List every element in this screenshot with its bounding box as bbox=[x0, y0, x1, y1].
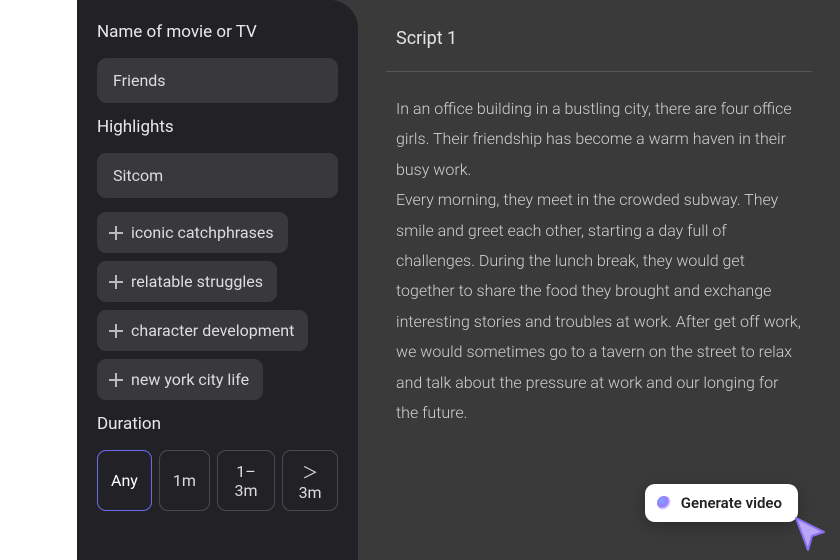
duration-option[interactable]: ＞3m bbox=[282, 450, 338, 511]
divider bbox=[386, 71, 812, 72]
script-body: In an office building in a bustling city… bbox=[396, 94, 802, 428]
generate-video-button[interactable]: Generate video bbox=[645, 484, 798, 522]
sidebar: Name of movie or TV Highlights Sitcom ic… bbox=[77, 0, 358, 560]
name-label: Name of movie or TV bbox=[97, 22, 338, 42]
plus-icon bbox=[109, 275, 123, 289]
plus-icon bbox=[109, 373, 123, 387]
highlight-suggestions: iconic catchphrases relatable struggles ch… bbox=[97, 212, 338, 400]
highlight-suggestion-chip[interactable]: new york city life bbox=[97, 359, 263, 400]
highlight-primary-text: Sitcom bbox=[113, 166, 163, 185]
script-title: Script 1 bbox=[396, 28, 802, 49]
duration-option[interactable]: 1–3m bbox=[217, 450, 275, 511]
highlight-suggestion-label: character development bbox=[131, 321, 294, 340]
highlight-suggestion-label: iconic catchphrases bbox=[131, 223, 274, 242]
highlight-suggestion-label: relatable struggles bbox=[131, 272, 263, 291]
highlight-suggestion-chip[interactable]: character development bbox=[97, 310, 308, 351]
highlights-label: Highlights bbox=[97, 117, 338, 137]
highlight-suggestion-chip[interactable]: iconic catchphrases bbox=[97, 212, 288, 253]
plus-icon bbox=[109, 324, 123, 338]
duration-option[interactable]: 1m bbox=[159, 450, 210, 511]
generate-button-label: Generate video bbox=[681, 494, 782, 512]
duration-options: Any1m1–3m＞3m bbox=[97, 450, 338, 511]
highlight-primary-chip[interactable]: Sitcom bbox=[97, 153, 338, 198]
highlight-suggestion-label: new york city life bbox=[131, 370, 249, 389]
main-panel: Script 1 In an office building in a bust… bbox=[358, 0, 840, 560]
workspace: Name of movie or TV Highlights Sitcom ic… bbox=[77, 0, 840, 560]
sparkle-icon bbox=[657, 496, 671, 510]
highlight-suggestion-chip[interactable]: relatable struggles bbox=[97, 261, 277, 302]
movie-name-input[interactable] bbox=[97, 58, 338, 103]
duration-label: Duration bbox=[97, 414, 338, 434]
plus-icon bbox=[109, 226, 123, 240]
duration-option[interactable]: Any bbox=[97, 450, 152, 511]
